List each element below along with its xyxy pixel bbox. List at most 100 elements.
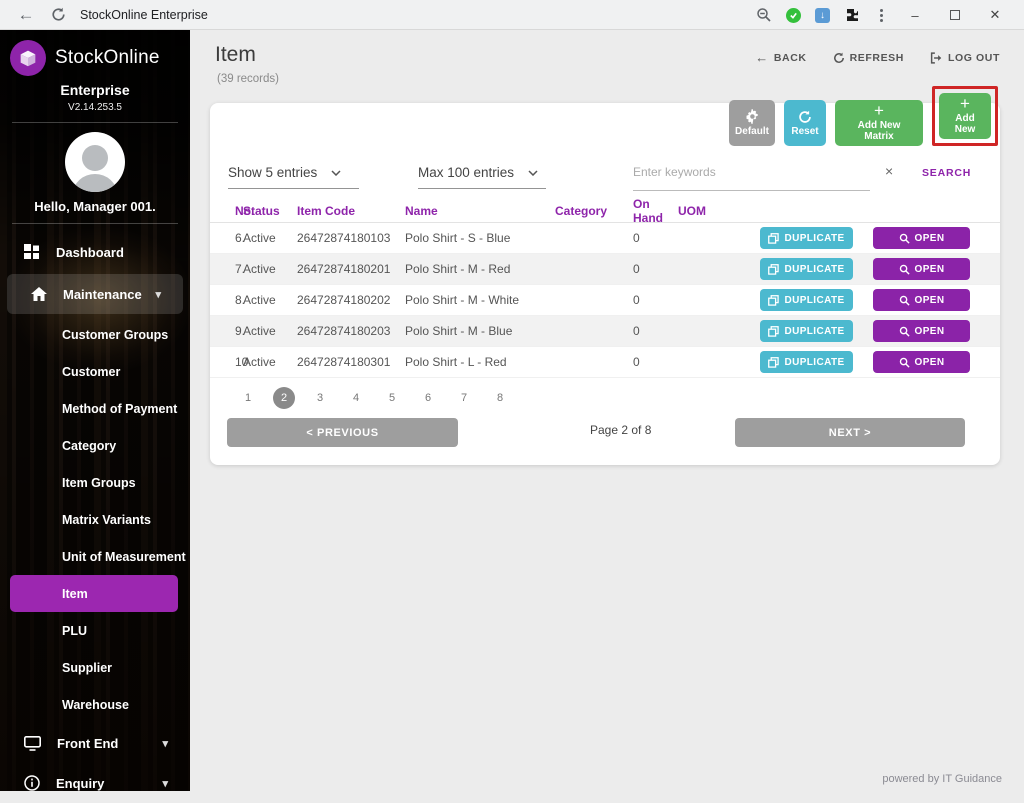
- cell-onhand: 0: [621, 293, 678, 307]
- cell-no: 10.: [210, 355, 243, 369]
- extension-green-icon[interactable]: [786, 8, 801, 23]
- open-button[interactable]: OPEN: [873, 289, 970, 311]
- back-link[interactable]: ← BACK: [755, 50, 806, 65]
- add-new-matrix-button[interactable]: + Add New Matrix: [835, 100, 923, 146]
- app-version: V2.14.253.5: [0, 102, 190, 113]
- sidebar-subitem-item[interactable]: Item: [10, 575, 178, 612]
- page-number-7[interactable]: 7: [453, 387, 475, 409]
- info-icon: [24, 775, 40, 791]
- copy-icon: [768, 295, 779, 306]
- cell-name: Polo Shirt - M - Red: [405, 262, 555, 276]
- reset-refresh-icon: [798, 110, 812, 124]
- sidebar-subitem-method-of-payment[interactable]: Method of Payment: [0, 390, 190, 427]
- cell-no: 6.: [210, 231, 243, 245]
- sidebar-item-label: Maintenance: [63, 287, 142, 302]
- open-button[interactable]: OPEN: [873, 351, 970, 373]
- page-number-1[interactable]: 1: [237, 387, 259, 409]
- clear-search-icon[interactable]: ×: [885, 163, 893, 179]
- cell-itemcode: 26472874180103: [297, 231, 405, 245]
- default-button[interactable]: Default: [729, 100, 775, 146]
- cell-status: Active: [243, 355, 297, 369]
- open-button[interactable]: OPEN: [873, 258, 970, 280]
- sidebar-item-label: Dashboard: [56, 245, 124, 260]
- sidebar-subitem-category[interactable]: Category: [0, 427, 190, 464]
- page-number-3[interactable]: 3: [309, 387, 331, 409]
- refresh-link[interactable]: REFRESH: [833, 52, 904, 64]
- action-buttons: Default Reset + Add New Matrix + Add New: [729, 86, 998, 146]
- browser-tab-title: StockOnline Enterprise: [80, 8, 208, 22]
- max-entries-select[interactable]: Max 100 entries: [418, 165, 546, 189]
- page-number-4[interactable]: 4: [345, 387, 367, 409]
- sidebar-subitem-customer-groups[interactable]: Customer Groups: [0, 316, 190, 353]
- reset-button[interactable]: Reset: [784, 100, 826, 146]
- cell-name: Polo Shirt - M - White: [405, 293, 555, 307]
- extension-download-icon[interactable]: ↓: [815, 8, 830, 23]
- browser-menu-icon[interactable]: [874, 9, 888, 22]
- plus-icon: +: [874, 104, 884, 118]
- reset-label: Reset: [791, 126, 818, 137]
- back-label: BACK: [774, 52, 807, 64]
- record-count: (39 records): [217, 73, 279, 85]
- open-button[interactable]: OPEN: [873, 227, 970, 249]
- sidebar-item-enquiry[interactable]: Enquiry ▾: [0, 763, 190, 803]
- table-header-row: No. Status Item Code Name Category On Ha…: [210, 199, 1000, 223]
- page-title: Item: [215, 43, 256, 67]
- page-number-6[interactable]: 6: [417, 387, 439, 409]
- cell-status: Active: [243, 231, 297, 245]
- browser-refresh-icon[interactable]: [46, 7, 70, 22]
- sidebar-subitem-unit-of-measurement[interactable]: Unit of Measurement: [0, 538, 190, 575]
- extensions-puzzle-icon[interactable]: [844, 7, 860, 23]
- cell-itemcode: 26472874180301: [297, 355, 405, 369]
- previous-page-button[interactable]: < PREVIOUS: [227, 418, 458, 447]
- next-page-button[interactable]: NEXT >: [735, 418, 965, 447]
- add-new-button[interactable]: + Add New: [939, 93, 991, 139]
- chevron-down-icon: [528, 170, 538, 176]
- sidebar-item-dashboard[interactable]: Dashboard: [0, 232, 190, 272]
- open-button[interactable]: OPEN: [873, 320, 970, 342]
- col-no: No.: [210, 204, 243, 218]
- search-button[interactable]: SEARCH: [922, 167, 971, 179]
- copy-icon: [768, 326, 779, 337]
- window-close-icon[interactable]: ✕: [982, 7, 1008, 23]
- avatar: [65, 132, 125, 192]
- page-number-2[interactable]: 2: [273, 387, 295, 409]
- cell-name: Polo Shirt - S - Blue: [405, 231, 555, 245]
- browser-back-icon[interactable]: ←: [14, 5, 38, 25]
- sidebar-subitem-item-groups[interactable]: Item Groups: [0, 464, 190, 501]
- sidebar-subitem-customer[interactable]: Customer: [0, 353, 190, 390]
- duplicate-button[interactable]: DUPLICATE: [760, 258, 853, 280]
- window-maximize-icon[interactable]: [950, 10, 960, 20]
- col-category: Category: [555, 204, 621, 218]
- sidebar-subitem-supplier[interactable]: Supplier: [0, 649, 190, 686]
- duplicate-button[interactable]: DUPLICATE: [760, 227, 853, 249]
- sidebar-item-maintenance[interactable]: Maintenance ▾: [7, 274, 183, 314]
- table-body: 6.Active26472874180103Polo Shirt - S - B…: [210, 223, 1000, 378]
- maintenance-submenu: Customer GroupsCustomerMethod of Payment…: [0, 316, 190, 723]
- search-input[interactable]: [633, 165, 870, 179]
- window-minimize-icon[interactable]: –: [902, 8, 928, 23]
- page-number-8[interactable]: 8: [489, 387, 511, 409]
- duplicate-button[interactable]: DUPLICATE: [760, 320, 853, 342]
- add-new-matrix-label: Add New Matrix: [843, 120, 915, 142]
- highlight-box: + Add New: [932, 86, 998, 146]
- cell-name: Polo Shirt - L - Red: [405, 355, 555, 369]
- sidebar-subitem-plu[interactable]: PLU: [0, 612, 190, 649]
- powered-by: powered by IT Guidance: [882, 773, 1002, 785]
- top-nav: ← BACK REFRESH LOG OUT: [755, 50, 1000, 65]
- magnifier-icon: [899, 264, 910, 275]
- logout-link[interactable]: LOG OUT: [930, 52, 1000, 64]
- zoom-out-icon[interactable]: [756, 7, 772, 23]
- sidebar-subitem-matrix-variants[interactable]: Matrix Variants: [0, 501, 190, 538]
- show-entries-value: Show 5 entries: [228, 165, 317, 180]
- sidebar-subitem-warehouse[interactable]: Warehouse: [0, 686, 190, 723]
- col-uom: UOM: [678, 204, 728, 218]
- show-entries-select[interactable]: Show 5 entries: [228, 165, 359, 189]
- cell-status: Active: [243, 293, 297, 307]
- keyword-search-field[interactable]: [633, 163, 870, 191]
- duplicate-button[interactable]: DUPLICATE: [760, 351, 853, 373]
- sidebar-divider: [12, 122, 178, 123]
- page-number-5[interactable]: 5: [381, 387, 403, 409]
- sidebar-item-front-end[interactable]: Front End ▾: [0, 723, 190, 763]
- sidebar-divider: [12, 223, 178, 224]
- duplicate-button[interactable]: DUPLICATE: [760, 289, 853, 311]
